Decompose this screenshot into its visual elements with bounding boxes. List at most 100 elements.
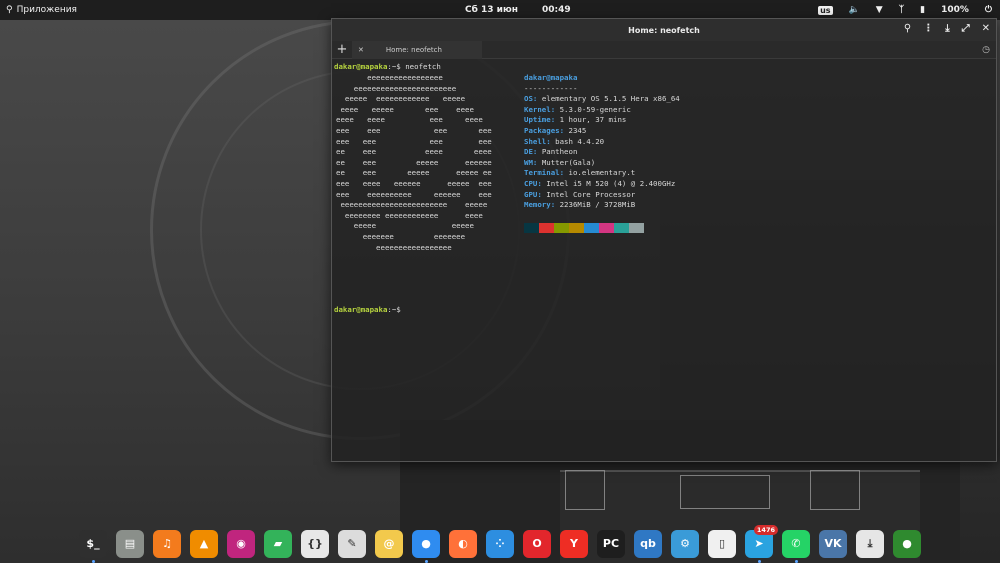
info-key: Uptime (524, 115, 551, 125)
wallpaper-window (565, 470, 605, 510)
dock-item-code[interactable]: {} (298, 527, 332, 561)
command-line: dakar@mapaka:~$ neofetch (334, 62, 994, 73)
info-row: OS: elementary OS 5.1.5 Hera x86_64 (524, 94, 680, 105)
vk-icon: VK (819, 529, 847, 558)
dock-item-opera[interactable]: O (520, 527, 554, 561)
new-tab-button[interactable]: + (332, 42, 352, 57)
dock-item-settings-network[interactable]: ⁘ (483, 527, 517, 561)
download-icon[interactable]: ⤓ (945, 23, 949, 34)
running-indicator (91, 559, 95, 563)
info-key: Terminal (524, 168, 560, 178)
dock-item-chrome[interactable]: ● (409, 527, 443, 563)
running-indicator (424, 559, 428, 563)
info-row: Uptime: 1 hour, 37 mins (524, 115, 680, 126)
command-line-current: dakar@mapaka:~$ (334, 305, 401, 316)
music-icon: ♫ (153, 529, 181, 558)
dock-item-firefox[interactable]: ◐ (446, 527, 480, 561)
info-colon: : (532, 94, 542, 104)
info-separator: ------------ (524, 83, 578, 93)
terminal-window[interactable]: Home: neofetch ⚲ ⋮ ⤓ ⤢ ✕ + ✕ Home: neofe… (331, 18, 997, 462)
search-icon: ⚲ (6, 5, 13, 15)
info-row: GPU: Intel Core Processor (524, 190, 680, 201)
dock-item-telegram[interactable]: ➤ 1476 (742, 524, 778, 563)
dock-item-photos[interactable]: ▰ (261, 527, 295, 561)
dock-item-text-editor[interactable]: ✎ (335, 527, 369, 561)
dock-item-document[interactable]: ▯ (705, 527, 739, 561)
terminal-output[interactable]: dakar@mapaka:~$ neofetch eeeeeeeeeeeeeee… (332, 59, 996, 314)
date-label: Сб 13 июн (465, 5, 518, 15)
prompt-user: dakar@mapaka (334, 305, 388, 314)
menu-icon[interactable]: ⋮ (923, 23, 933, 34)
info-row: Shell: bash 4.4.20 (524, 137, 680, 148)
dock-item-eye-of-gnome[interactable]: ◉ (224, 527, 258, 561)
info-colon: : (532, 147, 542, 157)
bluetooth-icon[interactable]: ᛉ (899, 5, 904, 15)
orb-icon: ● (893, 529, 921, 558)
info-value: 2236MiB / 3728MiB (559, 200, 636, 210)
info-key: DE (524, 147, 533, 157)
info-value: 1 hour, 37 mins (559, 115, 627, 125)
window-titlebar[interactable]: Home: neofetch ⚲ ⋮ ⤓ ⤢ ✕ (332, 19, 996, 41)
volume-icon[interactable]: 🔈 (849, 5, 860, 15)
dock-item-yandex-browser[interactable]: Y (557, 527, 591, 561)
applications-menu[interactable]: ⚲ Приложения (0, 5, 77, 15)
info-user: dakar@mapaka (524, 73, 578, 82)
info-colon: : (546, 136, 556, 146)
info-key: WM (524, 157, 533, 167)
dock-item-vk[interactable]: VK (816, 527, 850, 561)
info-value: io.elementary.t (568, 168, 636, 178)
info-row: CPU: Intel i5 M 520 (4) @ 2.400GHz (524, 179, 680, 190)
dock-item-steam[interactable]: ⚙ (668, 527, 702, 561)
info-row: WM: Mutter(Gala) (524, 158, 680, 169)
battery-icon[interactable]: ▮ (920, 5, 925, 15)
dock-item-whatsapp[interactable]: ✆ (779, 527, 813, 563)
notification-badge: 1476 (753, 524, 778, 535)
window-title: Home: neofetch (628, 25, 700, 35)
info-value: bash 4.4.20 (555, 136, 605, 146)
dock-item-files[interactable]: ▤ (113, 527, 147, 561)
dock-item-qbittorrent[interactable]: qb (631, 527, 665, 561)
dock-item-orb[interactable]: ● (890, 527, 924, 561)
yandex-browser-icon: Y (560, 529, 588, 558)
palette-swatch (569, 222, 584, 233)
power-icon[interactable]: ⏻ (985, 5, 992, 15)
wallpaper-window (680, 475, 770, 509)
info-key: CPU (524, 178, 538, 188)
info-key: Packages (524, 125, 560, 135)
dock-item-vlc[interactable]: ▲ (187, 527, 221, 561)
close-tab-icon[interactable]: ✕ (358, 46, 364, 54)
tab-bar: + ✕ Home: neofetch ◷ (332, 40, 996, 59)
dock-item-terminal[interactable]: $_ (76, 527, 110, 563)
wifi-icon[interactable]: ▼ (876, 5, 883, 15)
eye-of-gnome-icon: ◉ (227, 529, 255, 558)
info-colon: : (532, 157, 542, 167)
dock-item-mail[interactable]: @ (372, 527, 406, 561)
dock-item-music[interactable]: ♫ (150, 527, 184, 561)
info-row: Kernel: 5.3.0-59-generic (524, 105, 680, 116)
vlc-icon: ▲ (190, 529, 218, 558)
info-colon: : (537, 189, 547, 199)
tab-label: Home: neofetch (385, 45, 442, 54)
files-icon: ▤ (116, 529, 144, 558)
tab-home-neofetch[interactable]: ✕ Home: neofetch (352, 40, 482, 59)
whatsapp-icon: ✆ (782, 529, 810, 558)
prompt-suffix: :~$ (387, 305, 401, 314)
pycharm-icon: PC (597, 529, 625, 558)
keyboard-layout-indicator[interactable]: us (818, 5, 833, 15)
info-row: DE: Pantheon (524, 147, 680, 158)
dock-item-downloads[interactable]: ⤓ (853, 527, 887, 561)
maximize-icon[interactable]: ⤢ (962, 23, 970, 34)
dock-item-pycharm[interactable]: PC (594, 527, 628, 561)
date-time-indicator[interactable]: Сб 13 июн 00:49 (465, 5, 571, 15)
history-icon[interactable]: ◷ (982, 45, 990, 55)
firefox-icon: ◐ (449, 529, 477, 558)
battery-percent: 100% (941, 5, 969, 15)
info-key: Kernel (524, 104, 551, 114)
palette-swatch (524, 222, 539, 233)
downloads-icon: ⤓ (856, 529, 884, 558)
applications-label: Приложения (16, 5, 77, 15)
code-icon: {} (301, 529, 329, 558)
dock: $_ ▤ ♫ ▲ ◉ ▰ {} ✎ @ ● ◐ ⁘ O Y PC qb ⚙ ▯ ➤ 1476 ✆ VK ⤓ ● (72, 524, 930, 563)
close-icon[interactable]: ✕ (982, 23, 990, 34)
search-icon[interactable]: ⚲ (904, 23, 911, 34)
